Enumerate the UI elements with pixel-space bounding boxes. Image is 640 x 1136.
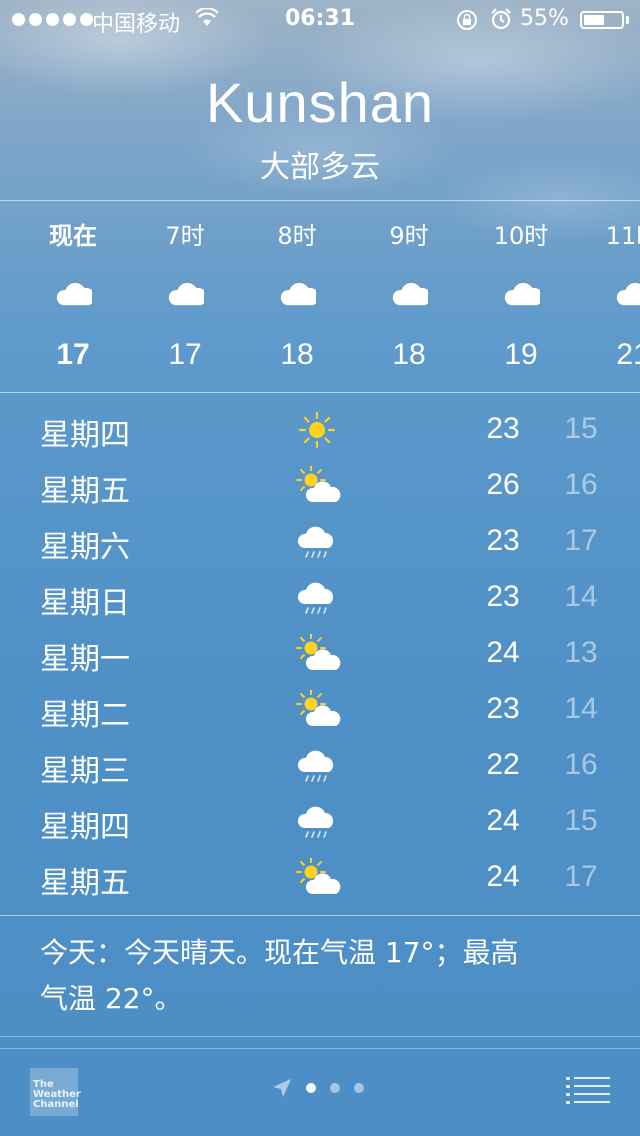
day-name: 星期二	[40, 698, 130, 733]
partly-cloudy-icon	[296, 857, 342, 902]
partly-cloudy-icon	[296, 689, 342, 734]
hour-temp: 18	[280, 338, 314, 371]
page-dot[interactable]	[354, 1083, 364, 1093]
hour-temp: 17	[168, 338, 202, 371]
hourly-forecast[interactable]: 现在 177时 178时 189时 1810时 1911时 21	[0, 200, 640, 392]
page-dot[interactable]	[330, 1083, 340, 1093]
alarm-icon	[491, 8, 511, 30]
day-name: 星期三	[40, 754, 130, 789]
day-name: 星期五	[40, 474, 130, 509]
day-high-temp: 26	[486, 468, 520, 501]
cloud-icon	[614, 276, 640, 312]
hour-label: 7时	[165, 222, 205, 250]
status-bar: 中国移动 06:31 55%	[0, 0, 640, 40]
day-name: 星期四	[40, 810, 130, 845]
day-name: 星期六	[40, 530, 130, 565]
rotation-lock-icon	[457, 10, 477, 30]
hour-label: 8时	[277, 222, 317, 250]
day-low-temp: 14	[564, 580, 598, 613]
summary-line-1: 今天：今天晴天。现在气温 17°；最高	[40, 936, 519, 969]
day-high-temp: 22	[486, 748, 520, 781]
day-low-temp: 15	[564, 804, 598, 837]
rain-icon	[296, 746, 336, 790]
day-high-temp: 24	[486, 860, 520, 893]
page-dot[interactable]	[306, 1083, 316, 1093]
day-low-temp: 16	[564, 468, 598, 501]
daily-row: 星期五 24 17	[0, 850, 640, 906]
day-name: 星期四	[40, 418, 130, 453]
daily-row: 星期三 22 16	[0, 738, 640, 794]
cloud-icon	[390, 276, 432, 312]
day-low-temp: 14	[564, 692, 598, 725]
day-high-temp: 23	[486, 580, 520, 613]
hourly-item: 现在 17	[17, 200, 129, 392]
bottom-toolbar: The Weather Channel	[0, 1048, 640, 1136]
cloud-icon	[166, 276, 208, 312]
day-low-temp: 17	[564, 860, 598, 893]
hourly-item: 10时 19	[465, 200, 577, 392]
daily-row: 星期日 23 14	[0, 570, 640, 626]
daily-row: 星期一 24 13	[0, 626, 640, 682]
battery-cap	[626, 16, 629, 24]
hourly-item: 11时 21	[577, 200, 640, 392]
summary-line-2: 气温 22°。	[40, 982, 183, 1015]
hour-label: 现在	[49, 222, 97, 250]
hour-temp: 18	[392, 338, 426, 371]
hour-label: 10时	[493, 222, 549, 250]
daily-row: 星期五 26 16	[0, 458, 640, 514]
partly-cloudy-icon	[296, 633, 342, 678]
rain-icon	[296, 522, 336, 566]
day-low-temp: 16	[564, 748, 598, 781]
rain-icon	[296, 802, 336, 846]
hour-label: 11时	[605, 222, 640, 250]
day-high-temp: 23	[486, 692, 520, 725]
day-high-temp: 23	[486, 412, 520, 445]
rain-icon	[296, 578, 336, 622]
cloud-icon	[278, 276, 320, 312]
location-arrow-icon	[273, 1079, 291, 1097]
cloud-icon	[54, 276, 96, 312]
city-name: Kunshan	[205, 71, 435, 134]
day-name: 星期日	[40, 586, 130, 621]
battery-percent: 55%	[520, 6, 569, 31]
day-low-temp: 17	[564, 524, 598, 557]
day-low-temp: 15	[564, 412, 598, 445]
battery-icon	[580, 11, 624, 29]
today-summary: 今天：今天晴天。现在气温 17°；最高 气温 22°。	[40, 930, 600, 1022]
day-high-temp: 24	[486, 804, 520, 837]
partly-cloudy-icon	[296, 465, 342, 510]
day-high-temp: 23	[486, 524, 520, 557]
day-high-temp: 24	[486, 636, 520, 669]
daily-row: 星期四 24 15	[0, 794, 640, 850]
logo-line-3: Channel	[33, 1099, 79, 1110]
sunny-icon	[296, 410, 338, 454]
daily-row: 星期四 23 15	[0, 402, 640, 458]
daily-row: 星期六 23 17	[0, 514, 640, 570]
day-name: 星期五	[40, 866, 130, 901]
weather-channel-logo[interactable]: The Weather Channel	[30, 1068, 81, 1116]
hourly-item: 9时 18	[353, 200, 465, 392]
battery-level-fill	[584, 15, 604, 25]
daily-row: 星期二 23 14	[0, 682, 640, 738]
divider-hourly	[0, 392, 640, 393]
hourly-item: 7时 17	[129, 200, 241, 392]
current-condition: 大部多云	[260, 150, 380, 185]
hour-label: 9时	[389, 222, 429, 250]
hourly-item: 8时 18	[241, 200, 353, 392]
hour-temp: 17	[56, 338, 90, 371]
divider-summary	[0, 1036, 640, 1037]
daily-forecast[interactable]: 星期四 23 15 星期五 26 16 星期六 23 17 星期日 23 14 星期一 …	[0, 402, 640, 906]
hour-temp: 21	[616, 338, 640, 371]
cloud-icon	[502, 276, 544, 312]
day-low-temp: 13	[564, 636, 598, 669]
list-icon[interactable]	[566, 1076, 610, 1106]
page-indicator[interactable]	[272, 1078, 364, 1098]
day-name: 星期一	[40, 642, 130, 677]
page-dots	[306, 1083, 364, 1093]
hour-temp: 19	[504, 338, 538, 371]
divider-daily	[0, 915, 640, 916]
